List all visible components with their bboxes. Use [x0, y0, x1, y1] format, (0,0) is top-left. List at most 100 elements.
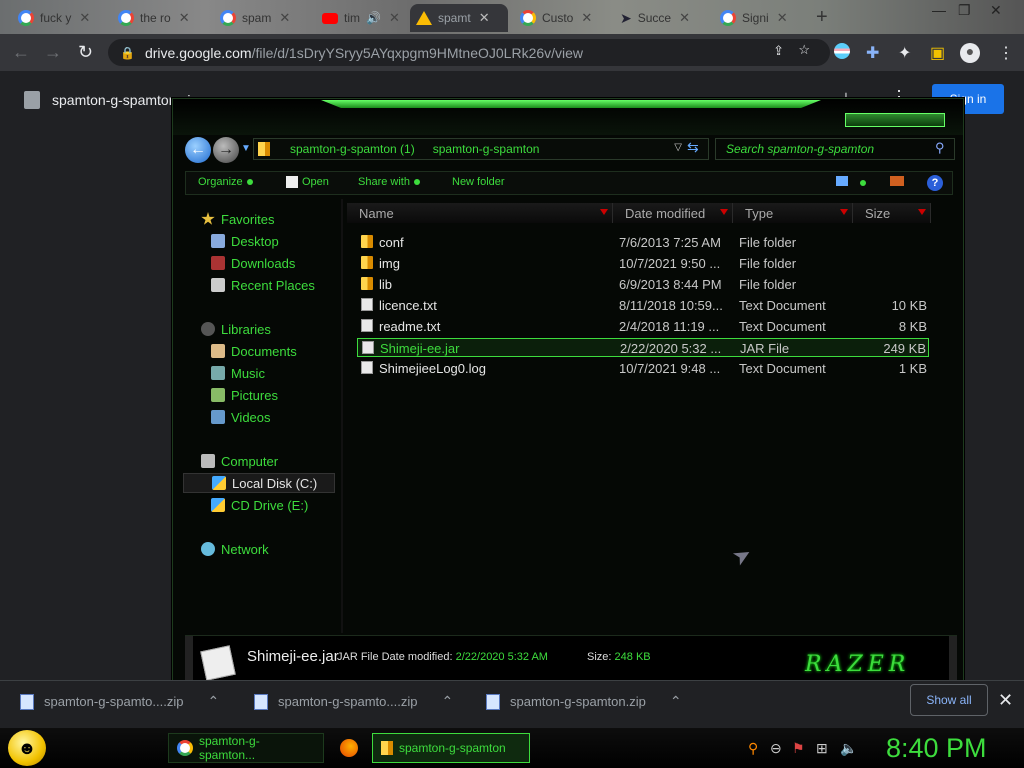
zip-file-icon — [24, 91, 40, 109]
breadcrumb-segment[interactable]: spamton-g-spamton — [433, 142, 540, 156]
close-icon[interactable]: ✕ — [279, 10, 290, 26]
browser-tab-active[interactable]: spamt ✕ — [410, 4, 508, 32]
close-window-icon[interactable]: ✕ — [990, 2, 1002, 19]
download-item[interactable]: spamton-g-spamto....zip ⌃ — [254, 693, 453, 710]
browser-tab[interactable]: Custo ✕ — [514, 4, 610, 32]
refresh-icon[interactable]: ⇆ — [687, 139, 699, 156]
column-header-date[interactable]: Date modified — [613, 203, 733, 223]
restore-icon[interactable]: ❐ — [958, 2, 971, 19]
nav-item-videos[interactable]: Videos — [211, 407, 271, 427]
nav-item-favorites[interactable]: Favorites — [201, 209, 274, 229]
minimize-icon[interactable]: — — [932, 2, 946, 18]
close-icon[interactable]: ✕ — [998, 690, 1013, 711]
view-dropdown-dot-icon[interactable] — [860, 180, 866, 186]
column-header-size[interactable]: Size — [853, 203, 931, 223]
start-button-smiley-icon[interactable]: ☻ — [8, 730, 46, 766]
close-icon[interactable]: ✕ — [777, 10, 788, 26]
file-row[interactable]: conf 7/6/2013 7:25 AM File folder — [357, 233, 929, 252]
close-icon[interactable]: ✕ — [581, 10, 592, 26]
search-icon[interactable]: ⚲ — [935, 140, 945, 156]
explorer-forward-button[interactable]: → — [213, 137, 239, 163]
browser-tab[interactable]: ➤ Succe ✕ — [614, 4, 708, 32]
nav-item-music[interactable]: Music — [211, 363, 265, 383]
download-item[interactable]: spamton-g-spamton.zip ⌃ — [486, 693, 682, 710]
file-date: 2/4/2018 11:19 ... — [619, 319, 720, 334]
nav-item-cd-drive[interactable]: CD Drive (E:) — [211, 495, 308, 515]
minus-circle-icon[interactable]: ⊖ — [770, 740, 782, 757]
nav-item-libraries[interactable]: Libraries — [201, 319, 271, 339]
nav-item-local-disk[interactable]: Local Disk (C:) — [183, 473, 335, 493]
firefox-icon[interactable] — [340, 739, 358, 757]
explorer-address-bar[interactable]: spamton-g-spamton (1) spamton-g-spamton … — [253, 138, 709, 160]
share-with-button[interactable]: Share with — [358, 176, 420, 188]
nav-item-network[interactable]: Network — [201, 539, 269, 559]
view-options-icon[interactable] — [836, 176, 848, 186]
column-header-type[interactable]: Type — [733, 203, 853, 223]
close-icon[interactable]: ✕ — [479, 10, 490, 26]
window-controls[interactable] — [845, 113, 945, 127]
taskbar-clock[interactable]: 8:40 PM — [886, 733, 987, 764]
star-icon[interactable]: ☆ — [798, 42, 810, 58]
volume-icon[interactable]: 🔈 — [840, 740, 857, 757]
new-folder-button[interactable]: New folder — [452, 176, 505, 188]
account-avatar-icon[interactable]: ● — [960, 43, 980, 63]
browser-tab[interactable]: Signi ✕ — [714, 4, 806, 32]
browser-tab[interactable]: fuck y ✕ — [12, 4, 108, 32]
download-item[interactable]: spamton-g-spamto....zip ⌃ — [20, 693, 219, 710]
extension-puzzle-icon[interactable]: ✦ — [898, 43, 911, 63]
file-row[interactable]: readme.txt 2/4/2018 11:19 ... Text Docum… — [357, 317, 929, 336]
nav-item-computer[interactable]: Computer — [201, 451, 278, 471]
profile-flag-icon[interactable] — [834, 43, 850, 59]
sidebar-icon[interactable]: ▣ — [930, 43, 945, 63]
folder-icon — [381, 741, 393, 755]
pane-divider[interactable] — [341, 199, 343, 633]
file-row[interactable]: ShimejieeLog0.log 10/7/2021 9:48 ... Tex… — [357, 359, 929, 378]
nav-item-documents[interactable]: Documents — [211, 341, 297, 361]
documents-icon — [211, 344, 225, 358]
column-header-name[interactable]: Name — [347, 203, 613, 223]
close-icon[interactable]: ✕ — [389, 10, 400, 26]
explorer-search-input[interactable]: Search spamton-g-spamton — [715, 138, 955, 160]
explorer-back-button[interactable]: ← — [185, 137, 211, 163]
chevron-up-icon[interactable]: ⌃ — [670, 693, 682, 710]
taskbar-item-explorer[interactable]: spamton-g-spamton — [372, 733, 530, 763]
address-dropdown-icon[interactable]: ▽ — [674, 142, 682, 153]
recent-pages-chevron-icon[interactable]: ▼ — [241, 143, 251, 154]
back-arrow-icon[interactable]: ← — [12, 42, 30, 63]
extension-puzzle-icon[interactable]: ✚ — [866, 43, 879, 63]
search-icon[interactable]: ⚲ — [748, 740, 758, 757]
file-row[interactable]: lib 6/9/2013 8:44 PM File folder — [357, 275, 929, 294]
preview-pane-icon[interactable] — [890, 176, 904, 186]
forward-arrow-icon[interactable]: → — [44, 42, 62, 63]
file-row-selected[interactable]: Shimeji-ee.jar 2/22/2020 5:32 ... JAR Fi… — [357, 338, 929, 357]
nav-item-desktop[interactable]: Desktop — [211, 231, 279, 251]
reload-icon[interactable]: ↻ — [78, 42, 93, 63]
organize-button[interactable]: Organize — [198, 176, 253, 188]
chevron-up-icon[interactable]: ⌃ — [441, 693, 453, 710]
help-icon[interactable]: ? — [927, 175, 943, 191]
chevron-up-icon[interactable]: ⌃ — [207, 693, 219, 710]
close-icon[interactable]: ✕ — [179, 10, 190, 26]
browser-tab[interactable]: tim 🔊 ✕ — [316, 4, 410, 32]
address-bar[interactable]: 🔒 drive.google.com/file/d/1sDryYSryy5AYq… — [108, 39, 830, 66]
close-icon[interactable]: ✕ — [679, 10, 690, 26]
network-tray-icon[interactable]: ⊞ — [816, 740, 828, 757]
close-icon[interactable]: ✕ — [79, 10, 90, 26]
browser-tab[interactable]: spam ✕ — [214, 4, 310, 32]
menu-kebab-icon[interactable]: ⋮ — [998, 43, 1014, 63]
show-all-button[interactable]: Show all — [910, 684, 988, 716]
nav-item-pictures[interactable]: Pictures — [211, 385, 278, 405]
new-tab-plus-icon[interactable]: + — [816, 6, 828, 29]
nav-item-downloads[interactable]: Downloads — [211, 253, 295, 273]
speaker-icon[interactable]: 🔊 — [366, 11, 381, 25]
url-text[interactable]: drive.google.com/file/d/1sDryYSryy5AYqxp… — [145, 45, 583, 61]
file-row[interactable]: licence.txt 8/11/2018 10:59... Text Docu… — [357, 296, 929, 315]
taskbar-item-chrome[interactable]: spamton-g-spamton... — [168, 733, 324, 763]
action-center-flag-icon[interactable]: ⚑ — [792, 740, 805, 757]
share-icon[interactable]: ⇪ — [773, 43, 784, 59]
file-row[interactable]: img 10/7/2021 9:50 ... File folder — [357, 254, 929, 273]
browser-tab[interactable]: the ro ✕ — [112, 4, 212, 32]
open-button[interactable]: Open — [286, 176, 329, 188]
nav-item-recent-places[interactable]: Recent Places — [211, 275, 315, 295]
breadcrumb-segment[interactable]: spamton-g-spamton (1) — [290, 142, 415, 156]
